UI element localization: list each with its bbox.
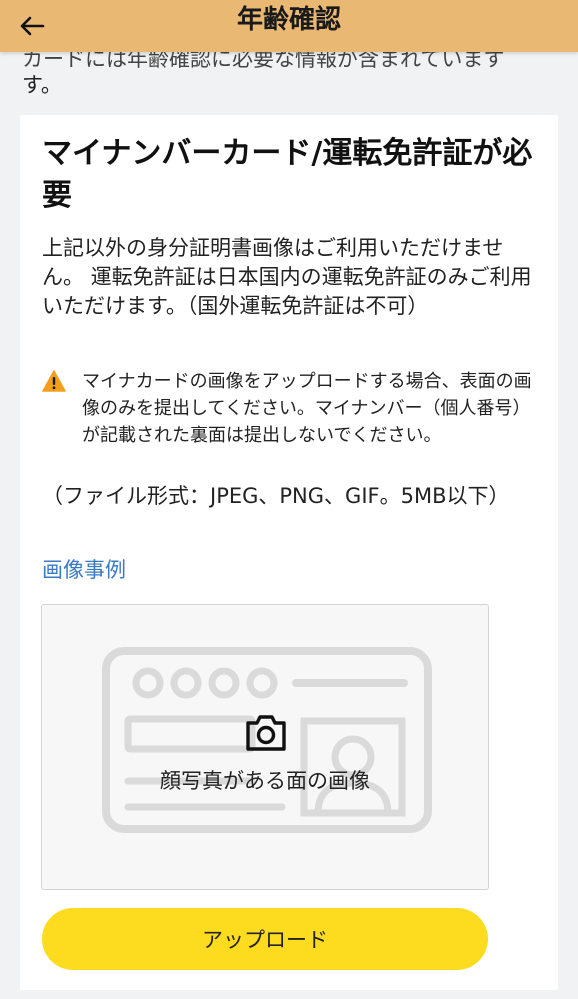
- photo-upload-area[interactable]: 顔写真がある面の画像: [41, 604, 489, 890]
- warning-text: マイナカードの画像をアップロードする場合、表面の画像のみを提出してください。マイ…: [82, 371, 532, 446]
- intro-text: カードには年齢確認に必要な情報が含まれています す。: [22, 44, 562, 100]
- camera-icon: [246, 715, 286, 751]
- warning-triangle-icon: [42, 370, 66, 392]
- upload-area-label: 顔写真がある面の画像: [160, 769, 370, 793]
- intro-last-line: す。: [22, 73, 62, 97]
- warning-notice: マイナカードの画像をアップロードする場合、表面の画像のみを提出してください。マイ…: [42, 368, 542, 449]
- id-requirement-card: マイナンバーカード/運転免許証が必要 上記以外の身分証明書画像はご利用いただけま…: [20, 115, 558, 990]
- app-header: 年齢確認: [0, 0, 578, 52]
- card-title: マイナンバーカード/運転免許証が必要: [42, 136, 533, 213]
- page-title: 年齢確認: [236, 5, 341, 35]
- image-example-link[interactable]: 画像事例: [42, 555, 126, 585]
- upload-button[interactable]: アップロード: [42, 908, 488, 970]
- card-description: 上記以外の身分証明書画像はご利用いただけません。 運転免許証は日本国内の運転免許…: [42, 236, 532, 318]
- file-format-note: （ファイル形式：JPEG、PNG、GIF。5MB以下）: [42, 484, 510, 508]
